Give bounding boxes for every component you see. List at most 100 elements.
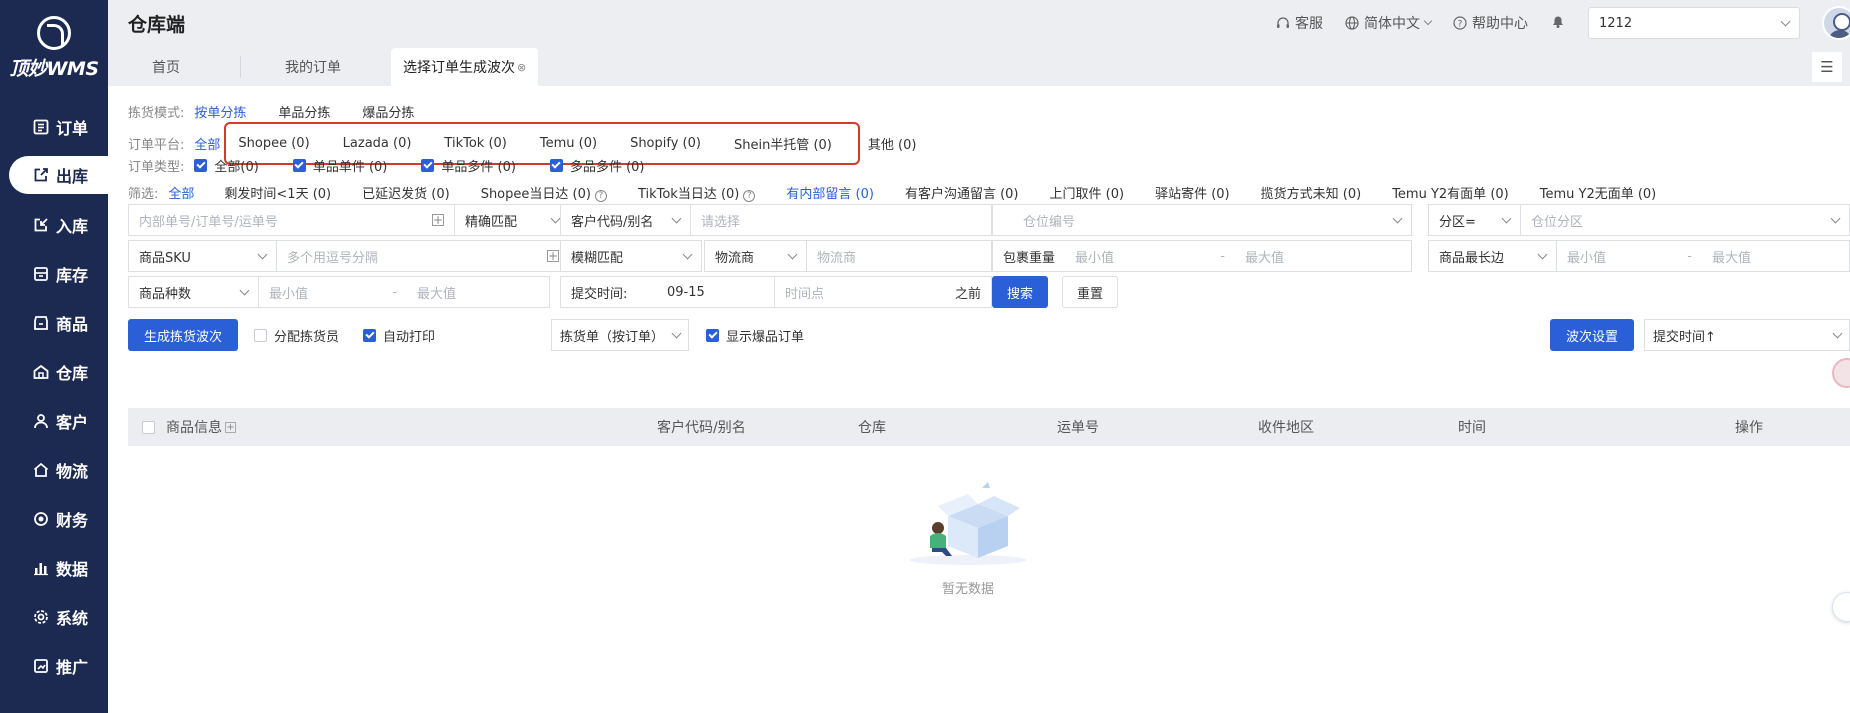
close-icon[interactable]: ⊗ <box>517 61 526 74</box>
pick-mode-option[interactable]: 按单分拣 <box>194 102 246 121</box>
logo[interactable]: 顶妙WMS <box>0 0 108 96</box>
order-type-checkbox[interactable]: 单品多件 (0) <box>421 156 516 175</box>
zone-select[interactable]: 仓位分区 <box>1521 205 1849 235</box>
platform-option[interactable]: Shopee (0) <box>238 136 309 151</box>
platform-other[interactable]: 其他 (0) <box>868 134 917 153</box>
fuzzy-select[interactable]: 模糊匹配 <box>560 240 702 272</box>
screen-option[interactable]: 有内部留言 (0) <box>786 183 874 202</box>
carrier-field-select[interactable]: 物流商 <box>705 241 807 271</box>
order-type-checkbox[interactable]: 全部(0) <box>194 156 259 175</box>
platform-option[interactable]: Shein半托管 (0) <box>734 134 832 153</box>
kinds-field-select[interactable]: 商品种数 <box>129 277 259 307</box>
screen-option[interactable]: 有客户沟通留言 (0) <box>905 183 1019 202</box>
match-value: 精确匹配 <box>465 214 518 230</box>
screen-option[interactable]: Shopee当日达 (0)? <box>481 183 607 202</box>
carrier-input[interactable]: 物流商 <box>807 241 991 271</box>
generate-wave-button[interactable]: 生成拣货波次 <box>128 319 238 351</box>
help-center-link[interactable]: ? 帮助中心 <box>1453 13 1528 33</box>
checkbox-label: 多品多件 (0) <box>569 160 645 175</box>
location-placeholder: 仓位编号 <box>1023 214 1076 230</box>
screen-option[interactable]: TikTok当日达 (0)? <box>638 183 756 202</box>
location-select[interactable]: 仓位编号 <box>992 204 1412 236</box>
warehouse-icon <box>32 363 50 381</box>
platform-option[interactable]: TikTok (0) <box>444 136 506 151</box>
sidebar-item-inbound[interactable]: 入库 <box>0 200 108 249</box>
submit-date-input[interactable]: 09-15 <box>657 277 775 307</box>
sidebar-item-finance[interactable]: 财务 <box>0 494 108 543</box>
pick-mode-option[interactable]: 爆品分拣 <box>362 102 414 121</box>
print-type-select[interactable]: 拣货单（按订单） <box>551 319 689 351</box>
screen-all[interactable]: 全部 <box>168 183 194 202</box>
reset-button[interactable]: 重置 <box>1062 276 1118 308</box>
language-selector[interactable]: 简体中文 <box>1345 13 1433 33</box>
kinds-max-input[interactable]: 最大值 <box>407 277 549 307</box>
sidebar-item-data[interactable]: 数据 <box>0 543 108 592</box>
submit-time-input[interactable]: 时间点 之前 <box>775 277 991 307</box>
longest-min-input[interactable]: 最小值 - <box>1557 241 1702 271</box>
tab-home[interactable]: 首页 <box>108 48 240 86</box>
screen-option[interactable]: 剩发时间<1天 (0) <box>224 183 331 202</box>
sidebar-item-inventory[interactable]: 库存 <box>0 249 108 298</box>
sidebar-item-promo[interactable]: 推广 <box>0 641 108 690</box>
checkbox-label: 自动打印 <box>383 330 436 345</box>
longest-max-input[interactable]: 最大值 <box>1702 241 1849 271</box>
screen-option[interactable]: 已延迟发货 (0) <box>362 183 450 202</box>
customer-code-select[interactable]: 客户代码/别名 <box>561 205 691 235</box>
batch-input-icon[interactable]: + <box>432 213 444 227</box>
sidebar-item-label: 物流 <box>56 461 89 481</box>
sidebar-item-warehouse[interactable]: 仓库 <box>0 347 108 396</box>
kinds-min-input[interactable]: 最小值 - <box>259 277 407 307</box>
tab-my-orders[interactable]: 我的订单 <box>240 56 391 78</box>
sidebar-item-customer[interactable]: 客户 <box>0 396 108 445</box>
order-no-input[interactable]: 内部单号/订单号/运单号 + <box>129 205 455 235</box>
weight-min-input[interactable]: 最小值 - <box>1065 241 1235 271</box>
menu-icon[interactable]: ☰ <box>1812 52 1842 82</box>
order-type-checkbox[interactable]: 单品单件 (0) <box>292 156 387 175</box>
weight-max-input[interactable]: 最大值 <box>1235 241 1411 271</box>
auto-print-checkbox[interactable]: 自动打印 <box>363 326 435 345</box>
chevron-down-icon <box>787 249 798 259</box>
order-type-checkbox[interactable]: 多品多件 (0) <box>549 156 645 175</box>
sidebar-item-logistics[interactable]: 物流 <box>0 445 108 494</box>
assign-picker-checkbox[interactable]: 分配拣货员 <box>254 326 339 345</box>
customer-icon <box>32 412 50 430</box>
screen-option[interactable]: 驿站寄件 (0) <box>1155 183 1230 202</box>
show-hot-checkbox[interactable]: 显示爆品订单 <box>706 326 804 345</box>
zone-operator-select[interactable]: 分区= <box>1429 205 1521 235</box>
screen-option[interactable]: Temu Y2无面单 (0) <box>1540 183 1657 202</box>
platform-all[interactable]: 全部 <box>194 134 220 153</box>
pick-mode-option[interactable]: 单品分拣 <box>278 102 330 121</box>
match-select[interactable]: 精确匹配 <box>455 205 569 235</box>
wave-settings-button[interactable]: 波次设置 <box>1550 319 1634 351</box>
platform-option[interactable]: Shopify (0) <box>630 136 701 151</box>
chevron-down-icon <box>1501 213 1512 223</box>
sku-input[interactable]: 多个用逗号分隔 + <box>277 241 569 271</box>
batch-input-icon[interactable]: + <box>547 249 559 263</box>
screen-option[interactable]: Temu Y2有面单 (0) <box>1392 183 1509 202</box>
service-link[interactable]: 客服 <box>1276 13 1323 33</box>
floating-badge-icon[interactable] <box>1832 358 1850 388</box>
sidebar-item-outbound[interactable]: 出库 <box>9 156 108 194</box>
sort-select[interactable]: 提交时间↑ <box>1644 319 1850 351</box>
search-button[interactable]: 搜索 <box>992 276 1048 308</box>
sidebar-item-orders[interactable]: 订单 <box>0 102 108 151</box>
expand-icon[interactable]: + <box>225 421 236 433</box>
chevron-down-icon <box>671 213 682 223</box>
screen-option[interactable]: 上门取件 (0) <box>1050 183 1125 202</box>
screen-option[interactable]: 揽货方式未知 (0) <box>1261 183 1362 202</box>
customer-input[interactable]: 请选择 <box>691 205 991 235</box>
avatar[interactable] <box>1822 6 1850 40</box>
sku-field-select[interactable]: 商品SKU <box>129 241 277 271</box>
workspace-select[interactable]: 1212 <box>1588 7 1800 39</box>
select-all-checkbox[interactable] <box>142 408 162 446</box>
platform-option[interactable]: Temu (0) <box>540 136 597 151</box>
sidebar-item-settings[interactable]: 系统 <box>0 592 108 641</box>
col-waybill: 运单号 <box>1057 420 1099 436</box>
chat-bot-icon[interactable] <box>1832 592 1850 622</box>
tab-wave-select[interactable]: 选择订单生成波次 ⊗ <box>391 48 539 86</box>
platform-option[interactable]: Lazada (0) <box>343 136 412 151</box>
sidebar-item-goods[interactable]: 商品 <box>0 298 108 347</box>
bell-icon[interactable] <box>1550 13 1566 33</box>
submit-date-value: 09-15 <box>667 284 705 300</box>
longest-field-select[interactable]: 商品最长边 <box>1429 241 1557 271</box>
